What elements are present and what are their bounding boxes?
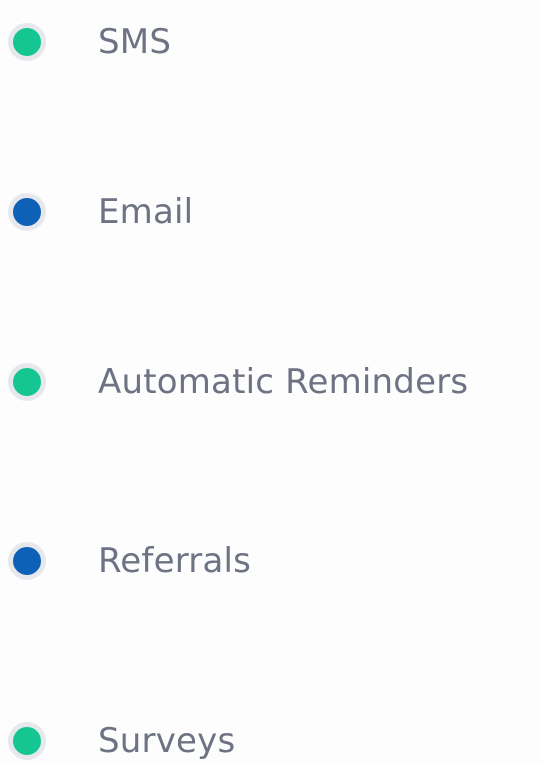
legend-item-label: Email bbox=[98, 192, 194, 232]
status-dot-icon bbox=[8, 193, 46, 231]
service-legend: SMS Email Automatic Reminders Referrals … bbox=[0, 0, 542, 763]
legend-item-referrals: Referrals bbox=[8, 531, 251, 591]
legend-item-label: Surveys bbox=[98, 721, 236, 761]
status-dot-icon bbox=[8, 542, 46, 580]
legend-item-label: SMS bbox=[98, 22, 172, 62]
legend-item-label: Automatic Reminders bbox=[98, 362, 469, 402]
legend-item-email: Email bbox=[8, 182, 193, 242]
legend-item-automatic-reminders: Automatic Reminders bbox=[8, 352, 468, 412]
status-dot-icon bbox=[8, 23, 46, 61]
status-dot-icon bbox=[8, 363, 46, 401]
legend-item-surveys: Surveys bbox=[8, 711, 235, 763]
legend-item-label: Referrals bbox=[98, 541, 252, 581]
legend-item-sms: SMS bbox=[8, 12, 171, 72]
status-dot-icon bbox=[8, 722, 46, 760]
